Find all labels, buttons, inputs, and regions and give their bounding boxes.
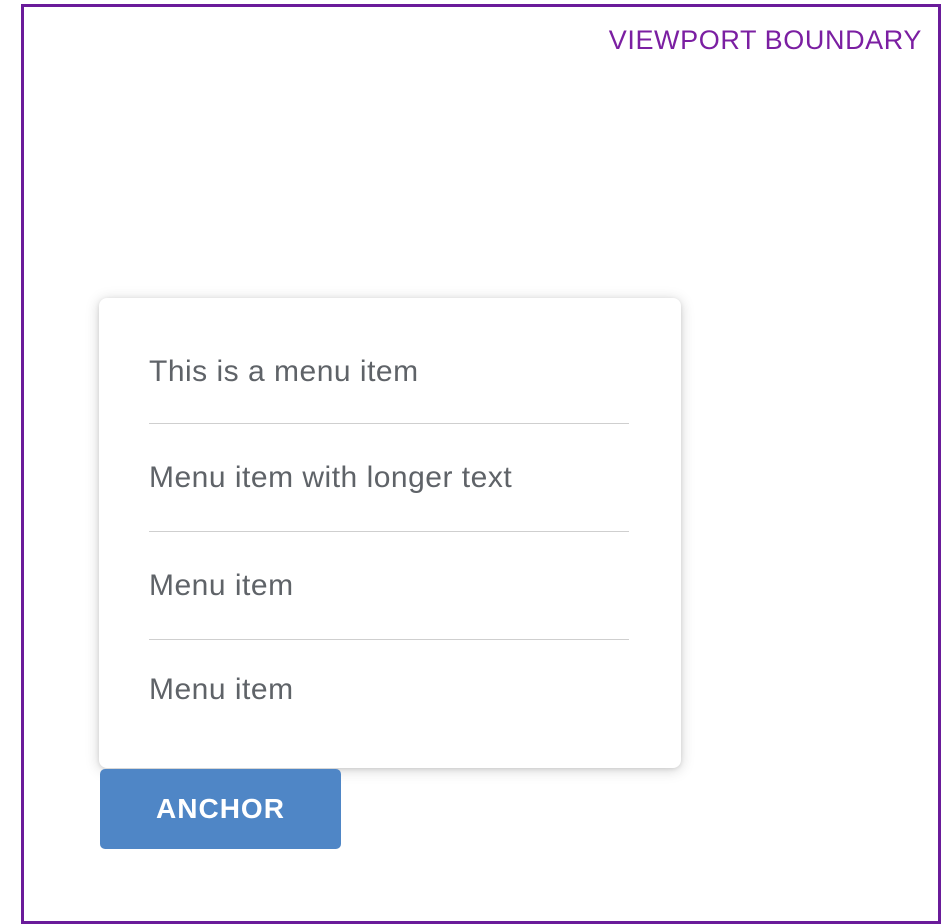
anchor-button[interactable]: ANCHOR [100, 769, 341, 849]
menu-item[interactable]: Menu item with longer text [149, 424, 629, 532]
menu-item[interactable]: This is a menu item [149, 298, 629, 424]
menu-item-label: Menu item [149, 673, 294, 706]
menu-item[interactable]: Menu item [149, 532, 629, 640]
menu-item[interactable]: Menu item [149, 640, 629, 760]
menu-item-label: This is a menu item [149, 354, 419, 388]
menu-item-label: Menu item [149, 568, 294, 602]
dropdown-menu: This is a menu item Menu item with longe… [99, 298, 681, 768]
viewport-boundary-label: VIEWPORT BOUNDARY [608, 25, 922, 55]
menu-item-label: Menu item with longer text [149, 460, 513, 494]
